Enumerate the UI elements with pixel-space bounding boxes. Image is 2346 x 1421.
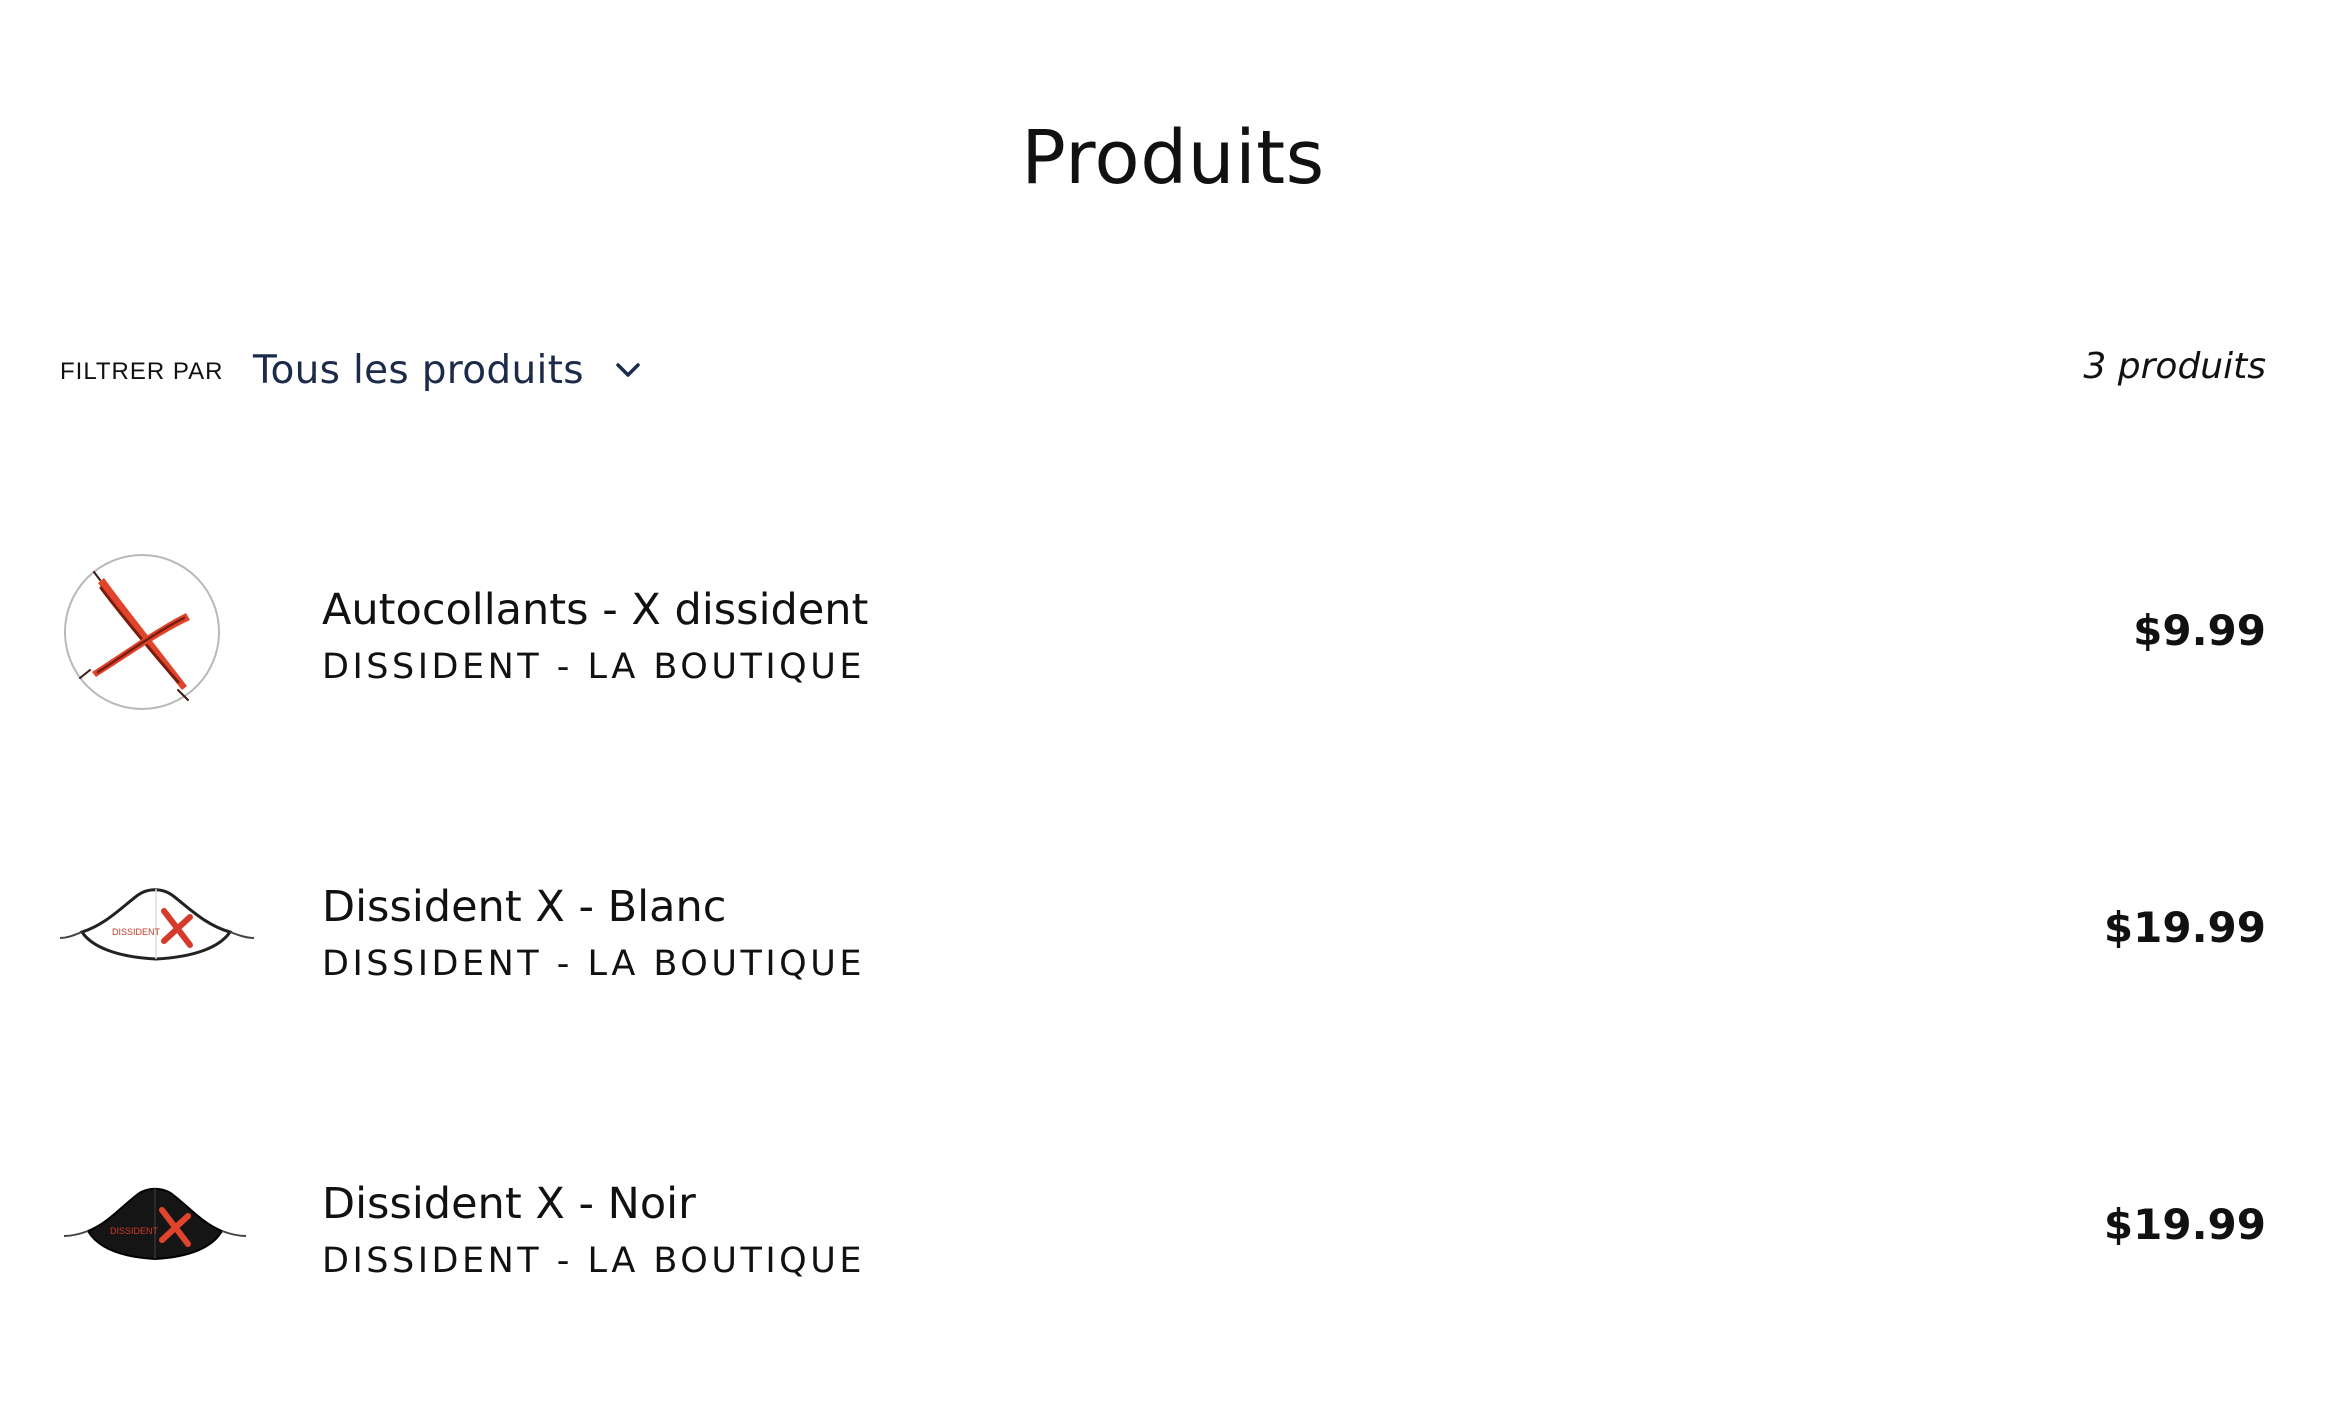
- black-mask-icon[interactable]: DISSIDENT: [60, 1144, 254, 1324]
- product-row[interactable]: DISSIDENT Dissident X - Blanc DISSIDENT …: [59, 827, 2266, 1124]
- product-row[interactable]: DISSIDENT Dissident X - Noir DISSIDENT -…: [60, 1124, 2266, 1421]
- white-mask-icon[interactable]: DISSIDENT: [59, 847, 255, 1027]
- product-price: $9.99: [2133, 606, 2266, 655]
- chevron-down-icon: [614, 360, 642, 380]
- product-name[interactable]: Dissident X - Noir: [322, 1176, 865, 1232]
- product-name[interactable]: Autocollants - X dissident: [322, 582, 868, 638]
- product-price: $19.99: [2103, 1200, 2266, 1249]
- product-row[interactable]: Autocollants - X dissident DISSIDENT - L…: [60, 530, 2266, 827]
- product-vendor: DISSIDENT - LA BOUTIQUE: [322, 944, 865, 984]
- product-info: Dissident X - Blanc DISSIDENT - LA BOUTI…: [322, 879, 865, 989]
- product-vendor: DISSIDENT - LA BOUTIQUE: [322, 1241, 865, 1281]
- filter-select[interactable]: Tous les produits: [253, 340, 642, 400]
- filter-select-value: Tous les produits: [253, 347, 584, 393]
- product-info: Autocollants - X dissident DISSIDENT - L…: [322, 582, 868, 692]
- product-price: $19.99: [2103, 903, 2266, 952]
- mask-text: DISSIDENT: [112, 927, 161, 937]
- product-name[interactable]: Dissident X - Blanc: [322, 879, 865, 935]
- product-count: 3 produits: [2083, 346, 2266, 387]
- filter-bar: FILTRER PAR Tous les produits 3 produits: [60, 340, 2266, 400]
- page-title: Produits: [1021, 115, 1325, 201]
- product-vendor: DISSIDENT - LA BOUTIQUE: [322, 647, 865, 687]
- product-list: Autocollants - X dissident DISSIDENT - L…: [59, 530, 2266, 1421]
- filter-label: FILTRER PAR: [60, 358, 224, 385]
- mask-text: DISSIDENT: [110, 1226, 159, 1236]
- product-info: Dissident X - Noir DISSIDENT - LA BOUTIQ…: [322, 1176, 865, 1286]
- sticker-x-icon[interactable]: [60, 550, 254, 730]
